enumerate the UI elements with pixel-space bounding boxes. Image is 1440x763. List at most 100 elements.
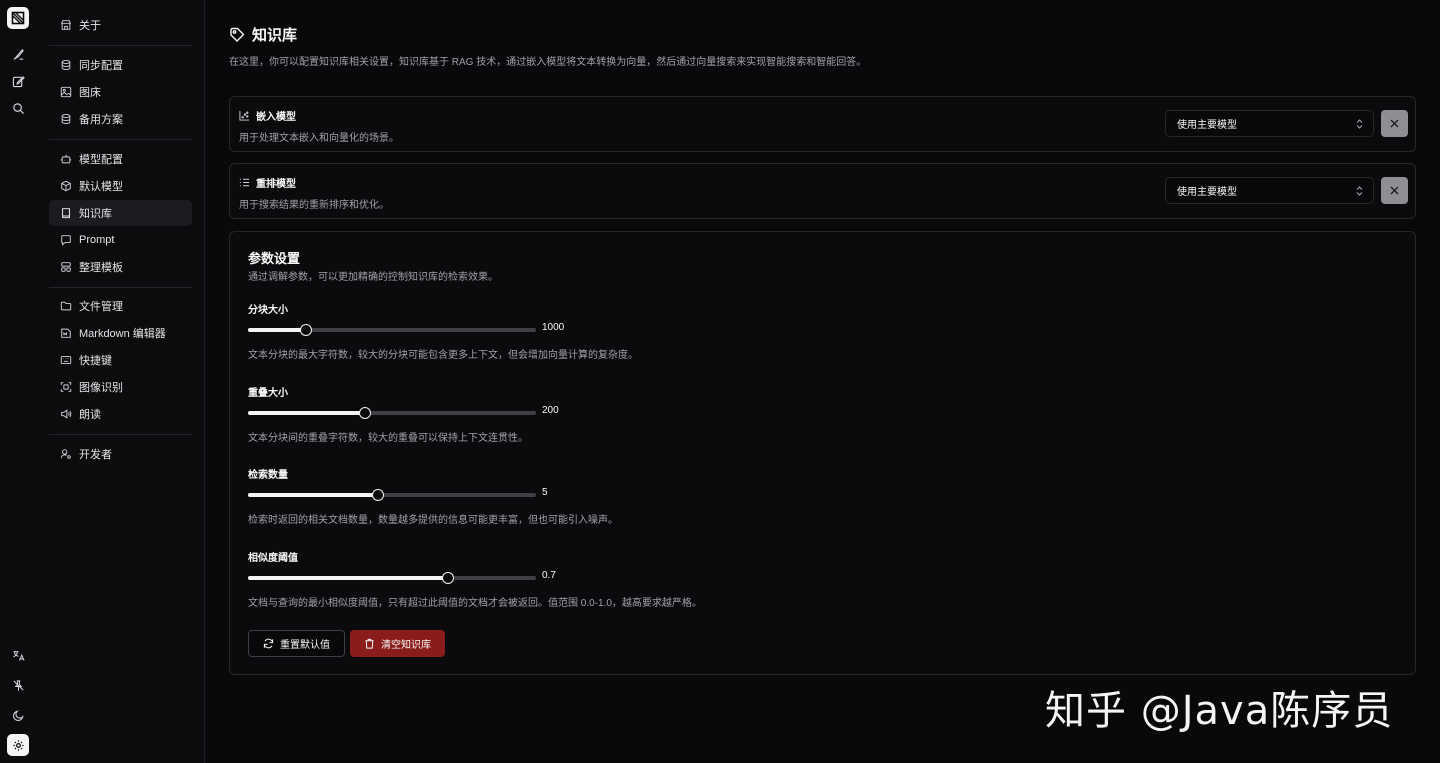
page-title-text: 知识库	[252, 27, 298, 44]
slider-thumb[interactable]	[442, 572, 455, 584]
slider-thumb[interactable]	[371, 489, 384, 501]
sidebar-item-sync[interactable]: 同步配置	[49, 52, 192, 78]
sidebar-divider	[49, 287, 192, 288]
sidebar-item-label: Prompt	[79, 234, 115, 246]
rerank-model-title: 重排模型	[239, 175, 296, 190]
overlap-size-help: 文本分块间的重叠字符数，较大的重叠可以保持上下文连贯性。	[248, 433, 528, 444]
embedding-model-label: 嵌入模型	[256, 112, 296, 123]
sidebar-item-label: 开发者	[79, 449, 112, 461]
list-ordered-icon	[239, 178, 250, 187]
logo-icon	[11, 11, 25, 25]
sidebar-item-label: 图像识别	[79, 382, 123, 394]
sidebar-divider	[49, 45, 192, 46]
parameters-title: 参数设置	[248, 251, 301, 266]
scan-icon	[60, 382, 72, 392]
sidebar-item-read-aloud[interactable]: 朗读	[49, 401, 192, 427]
embedding-model-description: 用于处理文本嵌入和向量化的场景。	[239, 133, 399, 144]
sidebar-item-label: 默认模型	[79, 181, 123, 193]
folder-icon	[60, 301, 72, 311]
store-icon	[61, 20, 71, 30]
pin-off-icon[interactable]	[9, 676, 27, 694]
search-icon[interactable]	[9, 99, 27, 117]
embedding-model-clear-button[interactable]	[1381, 110, 1408, 137]
embedding-model-select[interactable]: 使用主要模型	[1165, 110, 1374, 137]
message-icon	[61, 235, 71, 246]
sidebar-item-label: 文件管理	[79, 301, 123, 313]
embedding-model-title: 嵌入模型	[239, 108, 296, 123]
page-title: 知识库	[229, 24, 297, 45]
sidebar-item-label: 备用方案	[79, 114, 123, 126]
chunk-size-label: 分块大小	[248, 305, 288, 316]
sidebar-item-label: 模型配置	[79, 154, 123, 166]
close-icon	[1390, 119, 1399, 128]
slider-thumb[interactable]	[299, 324, 312, 336]
settings-icon[interactable]	[7, 734, 29, 756]
user-cog-icon	[60, 449, 71, 459]
sidebar-item-label: 图床	[79, 87, 101, 99]
slider-thumb[interactable]	[358, 407, 371, 419]
sidebar-item-label: 朗读	[79, 409, 101, 421]
chunk-size-value: 1000	[542, 322, 565, 333]
sidebar-item-default-model[interactable]: 默认模型	[49, 173, 192, 199]
sidebar-divider	[49, 434, 192, 435]
clear-knowledge-base-label: 清空知识库	[381, 640, 431, 651]
sidebar-item-file-manager[interactable]: 文件管理	[49, 293, 192, 319]
app-logo[interactable]	[7, 7, 29, 29]
database-sync-icon	[61, 59, 71, 71]
icon-rail	[0, 0, 38, 763]
book-icon	[62, 208, 70, 219]
sidebar-item-label: Markdown 编辑器	[79, 328, 166, 340]
clear-knowledge-base-button[interactable]: 清空知识库	[350, 630, 445, 657]
settings-sidebar: 关于 同步配置 图床 备用方案 模型配置 默认模型 知识库 Prompt 整理模…	[37, 0, 205, 763]
bot-icon	[60, 154, 72, 164]
rerank-model-card: 重排模型 用于搜索结果的重新排序和优化。 使用主要模型	[229, 163, 1416, 219]
sidebar-item-shortcuts[interactable]: 快捷键	[49, 347, 192, 373]
sidebar-item-backup[interactable]: 备用方案	[49, 106, 192, 132]
chevrons-up-down-icon	[1356, 186, 1363, 196]
sidebar-item-prompt[interactable]: Prompt	[49, 227, 192, 253]
sidebar-item-label: 同步配置	[79, 60, 123, 72]
sidebar-item-image-host[interactable]: 图床	[49, 79, 192, 105]
sidebar-item-about[interactable]: 关于	[49, 12, 192, 38]
sidebar-item-templates[interactable]: 整理模板	[49, 254, 192, 280]
sidebar-item-model-config[interactable]: 模型配置	[49, 146, 192, 172]
similarity-threshold-slider[interactable]	[248, 572, 536, 584]
image-icon	[60, 86, 72, 98]
sidebar-item-label: 快捷键	[79, 355, 112, 367]
moon-icon[interactable]	[9, 706, 27, 724]
sidebar-divider	[49, 139, 192, 140]
close-icon	[1390, 186, 1399, 195]
similarity-threshold-value: 0.7	[542, 570, 556, 581]
sidebar-item-label: 知识库	[79, 208, 112, 220]
rerank-model-description: 用于搜索结果的重新排序和优化。	[239, 200, 389, 211]
slider-fill	[248, 576, 449, 580]
overlap-size-slider[interactable]	[248, 407, 536, 419]
slider-fill	[248, 493, 378, 497]
box-icon	[61, 180, 71, 192]
parameters-description: 通过调解参数，可以更加精确的控制知识库的检索效果。	[248, 272, 498, 283]
retrieval-count-value: 5	[542, 487, 548, 498]
rerank-model-clear-button[interactable]	[1381, 177, 1408, 204]
rerank-model-selected: 使用主要模型	[1177, 187, 1237, 198]
rerank-model-label: 重排模型	[256, 179, 296, 190]
sidebar-item-label: 整理模板	[79, 262, 123, 274]
sidebar-item-markdown-editor[interactable]: Markdown 编辑器	[49, 320, 192, 346]
sidebar-item-ocr[interactable]: 图像识别	[49, 374, 192, 400]
rerank-model-select[interactable]: 使用主要模型	[1165, 177, 1374, 204]
slider-fill	[248, 411, 365, 415]
sidebar-item-developer[interactable]: 开发者	[49, 441, 192, 467]
reset-defaults-label: 重置默认值	[280, 640, 330, 651]
language-icon[interactable]	[9, 646, 27, 664]
keyboard-icon	[60, 356, 72, 364]
retrieval-count-slider[interactable]	[248, 489, 536, 501]
reset-defaults-button[interactable]: 重置默认值	[248, 630, 345, 657]
trash-icon	[365, 638, 374, 649]
edit-icon[interactable]	[9, 72, 27, 90]
embedding-model-card: 嵌入模型 用于处理文本嵌入和向量化的场景。 使用主要模型	[229, 96, 1416, 152]
speaker-icon	[61, 409, 72, 419]
sidebar-item-knowledge-base[interactable]: 知识库	[49, 200, 192, 226]
slider-fill	[248, 328, 306, 332]
brush-icon[interactable]	[9, 45, 27, 63]
parameters-card: 参数设置 通过调解参数，可以更加精确的控制知识库的检索效果。 分块大小 1000…	[229, 231, 1416, 675]
chunk-size-slider[interactable]	[248, 324, 536, 336]
